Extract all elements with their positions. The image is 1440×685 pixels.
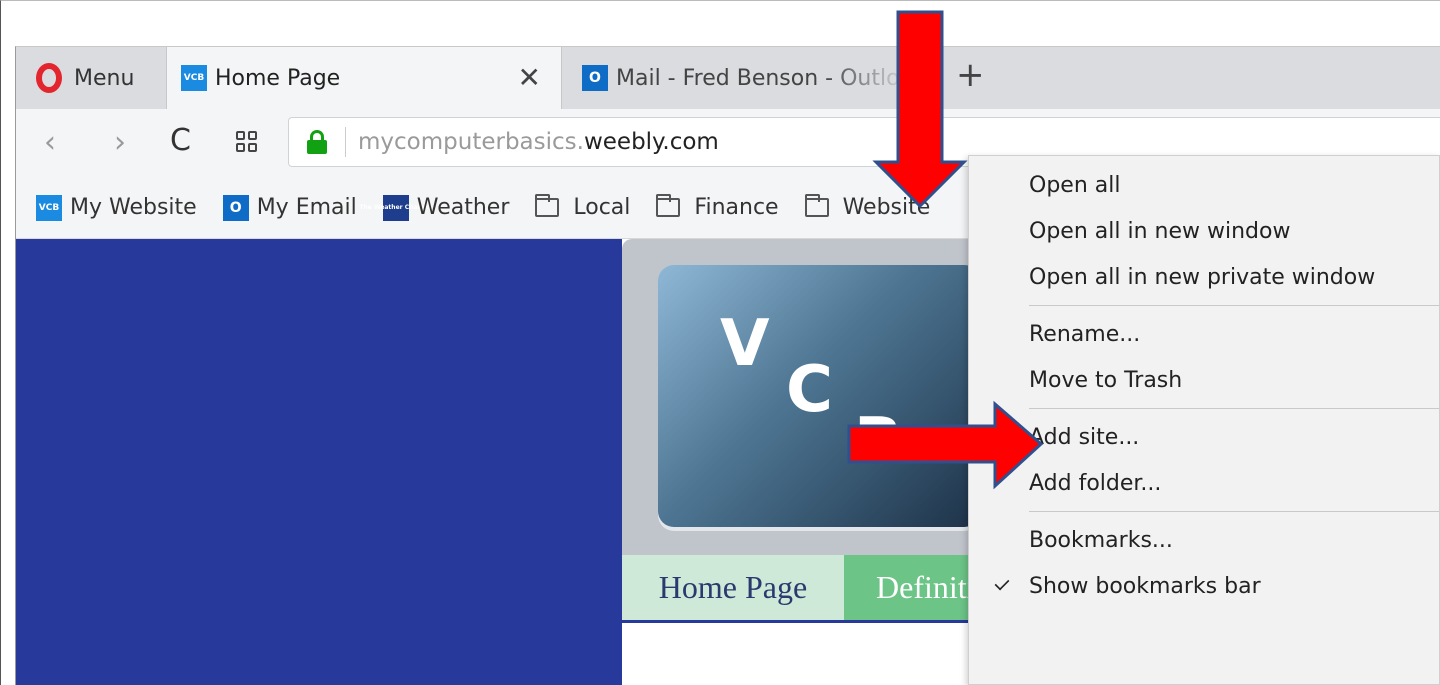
menu-item-open-all-private-window[interactable]: Open all in new private window bbox=[1029, 254, 1375, 300]
bookmark-label: Weather bbox=[416, 195, 510, 220]
folder-icon bbox=[656, 194, 681, 217]
bookmark-label: My Email bbox=[256, 195, 357, 220]
secure-lock-icon[interactable] bbox=[307, 130, 327, 154]
menu-label: Menu bbox=[74, 65, 135, 91]
folder-icon bbox=[804, 194, 829, 217]
down-arrow-annotation bbox=[872, 10, 968, 209]
url-divider bbox=[345, 127, 346, 157]
bookmark-label: Finance bbox=[694, 195, 779, 220]
bookmark-my-email[interactable]: O My Email bbox=[222, 194, 357, 221]
menu-separator bbox=[1029, 408, 1439, 409]
checkmark-icon bbox=[994, 575, 1010, 591]
url-subdomain: mycomputerbasics. bbox=[358, 129, 584, 155]
tab-strip: Menu VCB Home Page ✕ O Mail - Fred Benso… bbox=[16, 47, 1440, 109]
close-tab-icon[interactable]: ✕ bbox=[518, 61, 541, 94]
menu-item-add-folder[interactable]: Add folder... bbox=[1029, 460, 1161, 506]
bookmark-label: My Website bbox=[70, 195, 197, 220]
menu-item-bookmarks[interactable]: Bookmarks... bbox=[1029, 517, 1173, 563]
bookmark-folder-local[interactable]: Local bbox=[535, 194, 631, 220]
logo-letter-v: V bbox=[720, 307, 770, 381]
reload-button[interactable]: C bbox=[170, 123, 191, 158]
menu-item-add-site[interactable]: Add site... bbox=[1029, 414, 1139, 460]
back-button[interactable]: ‹ bbox=[44, 125, 56, 160]
menu-item-rename[interactable]: Rename... bbox=[1029, 311, 1140, 357]
bookmark-my-website[interactable]: VCB My Website bbox=[36, 194, 197, 221]
forward-button[interactable]: › bbox=[114, 125, 126, 160]
opera-menu-button[interactable]: Menu bbox=[16, 47, 166, 109]
page-left-panel bbox=[16, 239, 622, 685]
bookmark-label: Local bbox=[573, 195, 631, 220]
logo-letter-c: C bbox=[786, 353, 833, 427]
bookmark-weather[interactable]: The Weather Channel Weather bbox=[359, 194, 510, 221]
folder-icon bbox=[535, 194, 560, 217]
menu-item-move-to-trash[interactable]: Move to Trash bbox=[1029, 357, 1182, 403]
outlook-favicon-icon: O bbox=[582, 65, 608, 91]
menu-item-open-all[interactable]: Open all bbox=[1029, 162, 1120, 208]
vcb-favicon-icon: VCB bbox=[181, 65, 207, 91]
outlook-favicon-icon: O bbox=[222, 194, 249, 221]
weather-favicon-icon: The Weather Channel bbox=[359, 194, 432, 221]
menu-item-show-bookmarks-bar[interactable]: Show bookmarks bar bbox=[994, 563, 1261, 609]
tab-home-page[interactable]: VCB Home Page ✕ bbox=[166, 47, 562, 109]
vcb-favicon-icon: VCB bbox=[36, 194, 62, 221]
menu-item-open-all-new-window[interactable]: Open all in new window bbox=[1029, 208, 1290, 254]
menu-separator bbox=[1029, 511, 1439, 512]
menu-separator bbox=[1029, 305, 1439, 306]
bookmark-folder-finance[interactable]: Finance bbox=[656, 194, 779, 220]
opera-logo-icon bbox=[36, 63, 62, 93]
speed-dial-icon[interactable] bbox=[236, 131, 257, 152]
right-arrow-annotation bbox=[847, 400, 1044, 490]
tab-title: Home Page bbox=[215, 65, 341, 91]
url-domain: weebly.com bbox=[583, 129, 719, 155]
nav-home-page[interactable]: Home Page bbox=[622, 555, 844, 620]
menu-item-label: Show bookmarks bar bbox=[1029, 573, 1261, 599]
